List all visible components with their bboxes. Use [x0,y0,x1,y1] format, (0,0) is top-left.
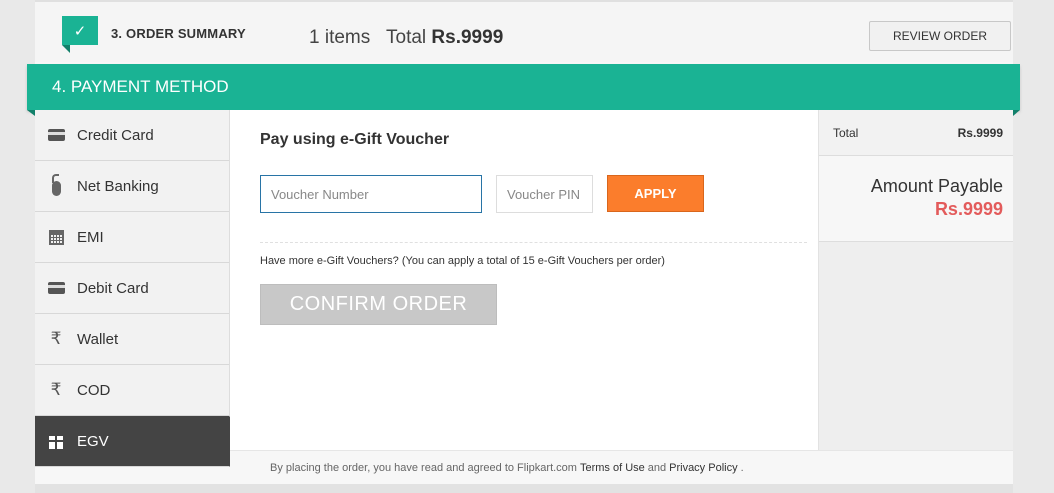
policy-text: By placing the order, you have read and … [270,461,577,474]
method-label: Debit Card [77,279,149,297]
method-egv[interactable]: EGV [35,416,253,467]
order-items-count: 1 items [309,27,371,48]
policy-and: and [647,461,667,474]
privacy-policy-link[interactable]: Privacy Policy [669,462,737,474]
order-total-value: Rs.9999 [431,27,504,48]
rupee-icon: ₹ [50,329,62,348]
payment-method-title: 4. PAYMENT METHOD [52,77,229,96]
rupee-icon: ₹ [50,380,62,399]
price-total-label: Total [833,125,859,140]
order-summary-bar: ✓ 3. ORDER SUMMARY 1 items Total Rs.9999… [35,0,1013,62]
order-summary-title: 3. ORDER SUMMARY [111,26,246,41]
gift-icon [35,433,77,449]
price-summary: Total Rs.9999 Amount Payable Rs.9999 [818,110,1013,450]
method-label: EMI [77,228,104,246]
apply-voucher-button[interactable]: APPLY [607,175,704,212]
panel-bottom [35,484,1013,493]
more-vouchers-note: Have more e-Gift Vouchers? (You can appl… [260,255,665,267]
step-complete-check-icon: ✓ [62,16,98,53]
method-label: Net Banking [77,177,159,195]
payment-method-header: 4. PAYMENT METHOD [27,64,1020,116]
mouse-icon [35,173,77,196]
calendar-icon [35,229,77,245]
method-debit-card[interactable]: Debit Card [35,263,229,314]
amount-payable-label: Amount Payable [870,176,1003,196]
method-cod[interactable]: ₹ COD [35,365,229,416]
confirm-order-button[interactable]: CONFIRM ORDER [260,284,497,325]
method-net-banking[interactable]: Net Banking [35,161,229,212]
divider [260,242,807,243]
payment-method-list: Credit Card Net Banking EMI Debit Card ₹… [35,110,253,467]
method-label: EGV [77,432,109,450]
method-label: Credit Card [77,126,154,144]
debit-card-icon [35,282,77,294]
egv-title: Pay using e-Gift Voucher [260,131,450,148]
method-label: Wallet [77,330,119,348]
order-total: Total Rs.9999 [386,27,503,49]
amount-payable: Amount Payable Rs.9999 [819,156,1013,242]
terms-of-use-link[interactable]: Terms of Use [580,462,645,474]
review-order-button[interactable]: REVIEW ORDER [869,21,1011,51]
policy-suffix: . [740,461,744,474]
order-total-label: Total [386,27,427,48]
method-wallet[interactable]: ₹ Wallet [35,314,229,365]
policy-bar: By placing the order, you have read and … [230,450,1013,484]
method-emi[interactable]: EMI [35,212,229,263]
egv-panel: Pay using e-Gift Voucher APPLY Have more… [230,110,818,450]
method-credit-card[interactable]: Credit Card [35,110,229,161]
amount-payable-value: Rs.9999 [934,199,1003,219]
voucher-number-input[interactable] [260,175,482,213]
price-total-value: Rs.9999 [957,125,1003,140]
voucher-pin-input[interactable] [496,175,593,213]
credit-card-icon [35,129,77,141]
method-label: COD [77,381,111,399]
price-total-row: Total Rs.9999 [819,110,1013,156]
